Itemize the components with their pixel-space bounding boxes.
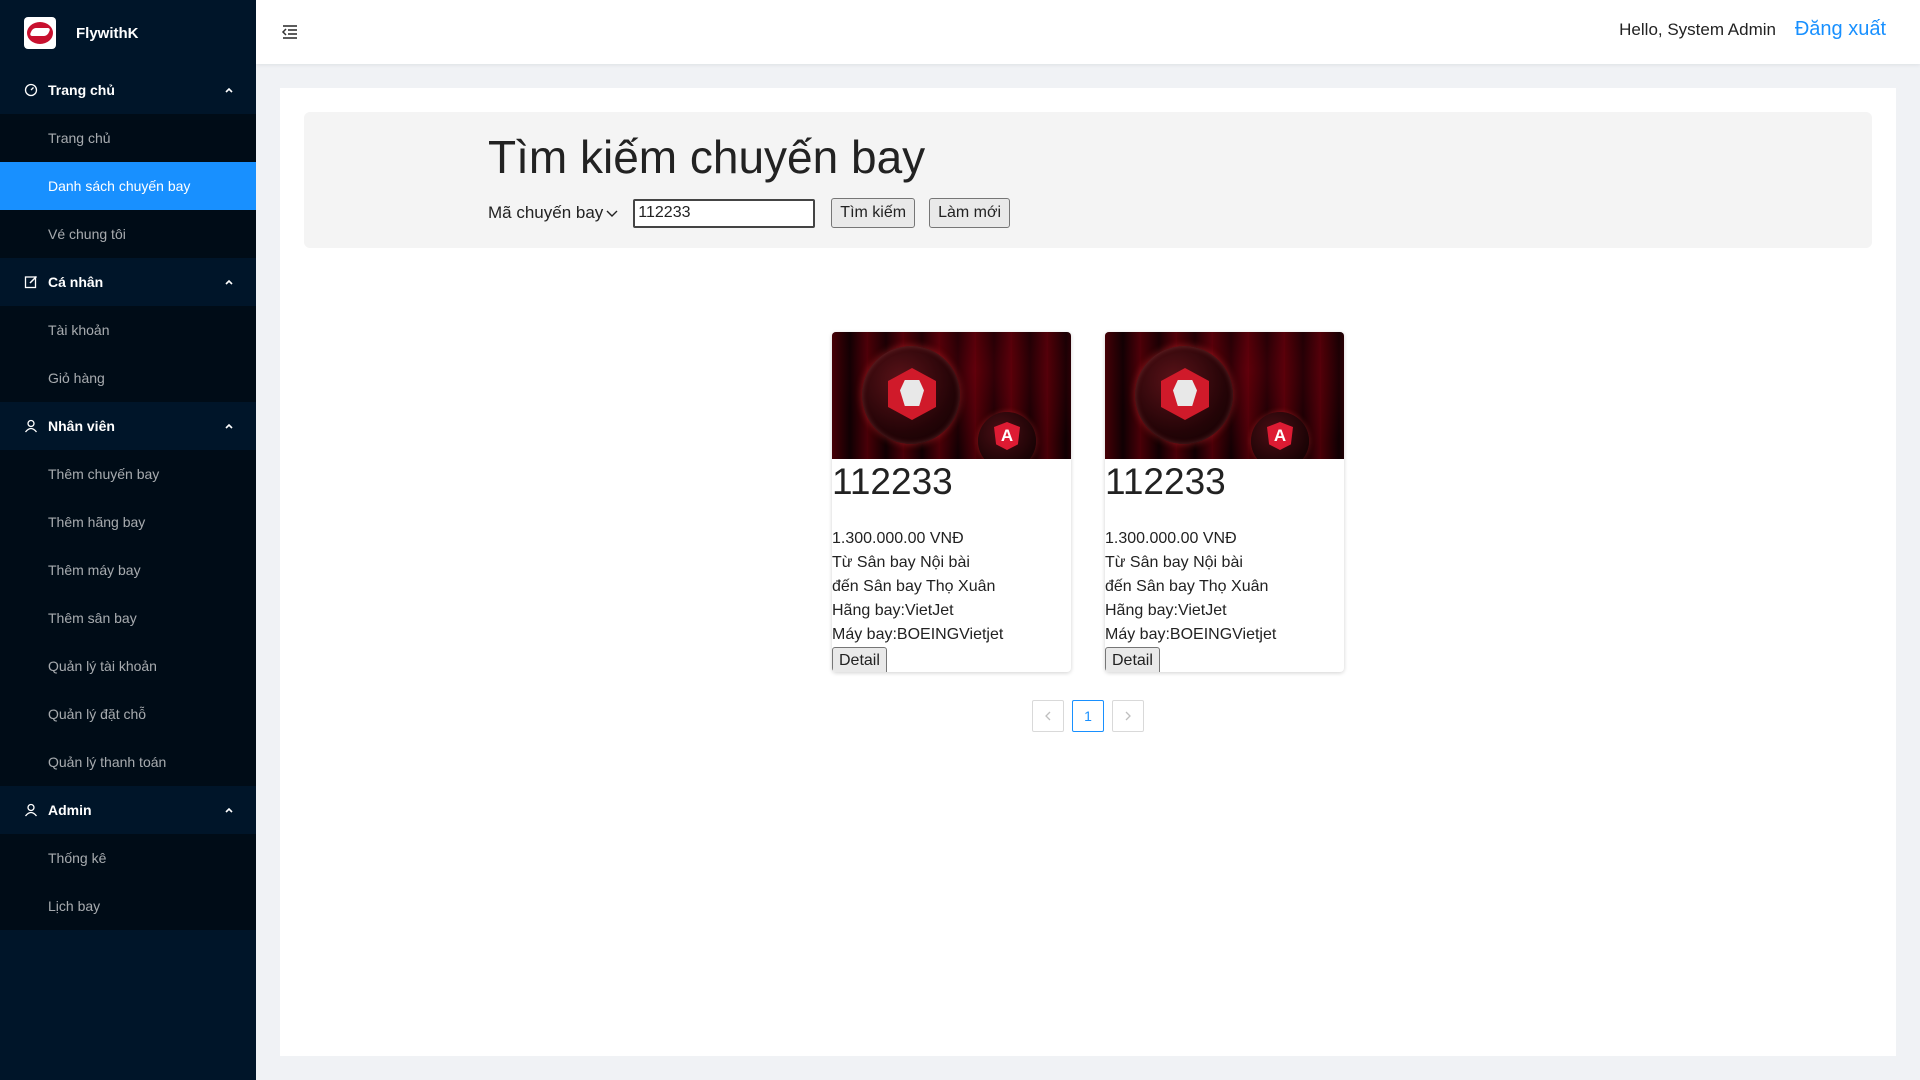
sidebar-item-ve-chung-toi[interactable]: Vé chung tôi bbox=[0, 210, 256, 258]
flight-plane: Máy bay:BOEINGVietjet bbox=[1105, 626, 1277, 643]
submenu-nhan-vien: Thêm chuyến bay Thêm hãng bay Thêm máy b… bbox=[0, 450, 256, 786]
menu-group-title: Admin bbox=[48, 802, 92, 818]
flight-price: 1.300.000.00 VNĐ bbox=[1105, 530, 1237, 547]
flight-price: 1.300.000.00 VNĐ bbox=[832, 530, 964, 547]
submenu-trang-chu: Trang chủ Danh sách chuyến bay Vé chung … bbox=[0, 114, 256, 258]
hexagon-logo-icon bbox=[1161, 368, 1209, 420]
sidebar-item-quan-ly-dat-cho[interactable]: Quản lý đặt chỗ bbox=[0, 690, 256, 738]
flight-card-image: A bbox=[832, 332, 1071, 459]
orb-decoration bbox=[1135, 346, 1233, 444]
pagination: 1 bbox=[1032, 700, 1144, 732]
hexagon-logo-icon bbox=[888, 368, 936, 420]
flight-details: 1.300.000.00 VNĐ Từ Sân bay Nội bài đến … bbox=[832, 527, 1071, 647]
sidebar: FlywithK Trang chủ Trang chủ Danh sách c… bbox=[0, 0, 256, 1080]
flight-details: 1.300.000.00 VNĐ Từ Sân bay Nội bài đến … bbox=[1105, 527, 1344, 647]
chevron-up-icon bbox=[225, 279, 233, 285]
top-header: Hello, System Admin Đăng xuất bbox=[256, 0, 1920, 64]
chevron-down-icon bbox=[606, 210, 618, 217]
search-form: Mã chuyến bay Tìm kiếm Làm mới bbox=[488, 198, 1011, 228]
angular-logo-icon: A bbox=[994, 422, 1020, 450]
flight-card-body: 112233 1.300.000.00 VNĐ Từ Sân bay Nội b… bbox=[832, 463, 1071, 672]
chevron-up-icon bbox=[225, 87, 233, 93]
sidebar-item-them-hang-bay[interactable]: Thêm hãng bay bbox=[0, 498, 256, 546]
logo[interactable]: FlywithK bbox=[0, 0, 256, 66]
logo-icon bbox=[24, 17, 56, 49]
search-input[interactable] bbox=[633, 198, 816, 228]
flight-card-body: 112233 1.300.000.00 VNĐ Từ Sân bay Nội b… bbox=[1105, 463, 1344, 672]
prev-page-button[interactable] bbox=[1032, 700, 1064, 732]
submenu-ca-nhan: Tài khoản Giỏ hàng bbox=[0, 306, 256, 402]
flight-card: A 112233 1.300.000.00 VNĐ Từ Sân bay Nội… bbox=[1105, 332, 1344, 672]
app-name: FlywithK bbox=[76, 24, 139, 42]
flight-from: Từ Sân bay Nội bài bbox=[1105, 554, 1243, 571]
user-greeting: Hello, System Admin bbox=[1619, 20, 1776, 39]
flight-code: 112233 bbox=[832, 461, 953, 502]
chevron-up-icon bbox=[225, 423, 233, 429]
menu-group-admin[interactable]: Admin bbox=[0, 786, 256, 834]
flight-to: đến Sân bay Thọ Xuân bbox=[1105, 578, 1269, 595]
logout-link[interactable]: Đăng xuất bbox=[1795, 18, 1886, 41]
angular-logo-icon: A bbox=[1267, 422, 1293, 450]
user-icon bbox=[24, 419, 38, 433]
detail-button[interactable]: Detail bbox=[1105, 647, 1160, 672]
chevron-right-icon bbox=[1125, 711, 1131, 721]
sidebar-item-them-san-bay[interactable]: Thêm sân bay bbox=[0, 594, 256, 642]
dashboard-icon bbox=[24, 83, 38, 97]
menu-fold-icon[interactable] bbox=[280, 22, 300, 42]
edit-icon bbox=[24, 275, 38, 289]
user-icon bbox=[24, 803, 38, 817]
search-field-select[interactable]: Mã chuyến bay bbox=[488, 203, 619, 223]
reset-button[interactable]: Làm mới bbox=[929, 198, 1011, 228]
flight-plane: Máy bay:BOEINGVietjet bbox=[832, 626, 1004, 643]
sidebar-item-danh-sach-chuyen-bay[interactable]: Danh sách chuyến bay bbox=[0, 162, 256, 210]
flight-airline: Hãng bay:VietJet bbox=[1105, 602, 1227, 619]
menu-group-title: Trang chủ bbox=[48, 82, 115, 98]
sidebar-item-them-chuyen-bay[interactable]: Thêm chuyến bay bbox=[0, 450, 256, 498]
search-button[interactable]: Tìm kiếm bbox=[831, 198, 916, 228]
menu-group-nhan-vien[interactable]: Nhân viên bbox=[0, 402, 256, 450]
main-content: Tìm kiếm chuyến bay Mã chuyến bay Tìm ki… bbox=[280, 88, 1896, 1056]
detail-button[interactable]: Detail bbox=[832, 647, 887, 672]
flight-code: 112233 bbox=[1105, 461, 1226, 502]
flight-card: A 112233 1.300.000.00 VNĐ Từ Sân bay Nội… bbox=[832, 332, 1071, 672]
flight-airline: Hãng bay:VietJet bbox=[832, 602, 954, 619]
search-panel: Tìm kiếm chuyến bay Mã chuyến bay Tìm ki… bbox=[304, 112, 1872, 248]
orb-decoration-small: A bbox=[978, 412, 1036, 459]
chevron-left-icon bbox=[1045, 711, 1051, 721]
flight-to: đến Sân bay Thọ Xuân bbox=[832, 578, 996, 595]
flight-card-image: A bbox=[1105, 332, 1344, 459]
menu-group-title: Cá nhân bbox=[48, 274, 104, 290]
sidebar-item-tai-khoan[interactable]: Tài khoản bbox=[0, 306, 256, 354]
submenu-admin: Thống kê Lịch bay bbox=[0, 834, 256, 930]
chevron-up-icon bbox=[225, 807, 233, 813]
sidebar-item-quan-ly-tai-khoan[interactable]: Quản lý tài khoản bbox=[0, 642, 256, 690]
flight-from: Từ Sân bay Nội bài bbox=[832, 554, 970, 571]
search-field-label: Mã chuyến bay bbox=[488, 203, 604, 222]
page-number-button[interactable]: 1 bbox=[1072, 700, 1104, 732]
sidebar-item-them-may-bay[interactable]: Thêm máy bay bbox=[0, 546, 256, 594]
sidebar-item-quan-ly-thanh-toan[interactable]: Quản lý thanh toán bbox=[0, 738, 256, 786]
next-page-button[interactable] bbox=[1112, 700, 1144, 732]
sidebar-item-gio-hang[interactable]: Giỏ hàng bbox=[0, 354, 256, 402]
sidebar-item-lich-bay[interactable]: Lịch bay bbox=[0, 882, 256, 930]
sidebar-item-trang-chu[interactable]: Trang chủ bbox=[0, 114, 256, 162]
flight-card-list: A 112233 1.300.000.00 VNĐ Từ Sân bay Nội… bbox=[832, 332, 1344, 672]
orb-decoration-small: A bbox=[1251, 412, 1309, 459]
menu-group-ca-nhan[interactable]: Cá nhân bbox=[0, 258, 256, 306]
menu-group-title: Nhân viên bbox=[48, 418, 115, 434]
page-title: Tìm kiếm chuyến bay bbox=[488, 131, 926, 183]
orb-decoration bbox=[862, 346, 960, 444]
menu-group-trang-chu[interactable]: Trang chủ bbox=[0, 66, 256, 114]
sidebar-item-thong-ke[interactable]: Thống kê bbox=[0, 834, 256, 882]
